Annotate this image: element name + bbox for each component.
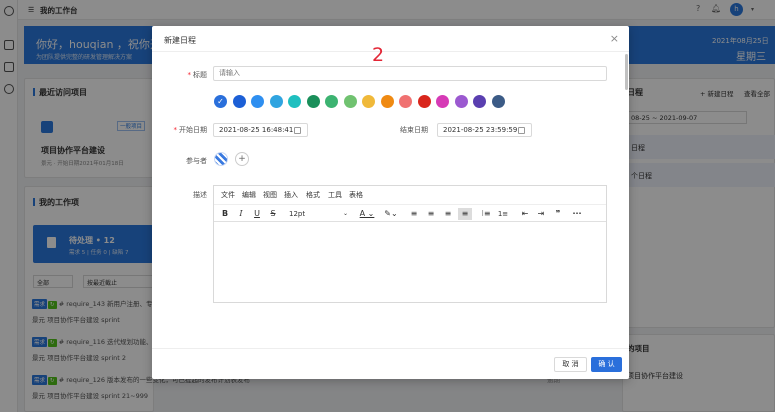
bullet-list-icon[interactable]: ⁝≡ <box>480 208 492 220</box>
menu-table[interactable]: 表格 <box>349 190 363 200</box>
font-size-select[interactable]: 12pt ⌄ <box>285 208 350 220</box>
text-color-icon[interactable]: A ⌄ <box>356 208 378 220</box>
cancel-button[interactable]: 取 消 <box>554 357 587 372</box>
align-right-icon[interactable]: ≡ <box>442 208 454 220</box>
new-schedule-modal: 新建日程 × 2 *标题 ✓ *开始日期 2021-08-25 16:48:41… <box>152 26 629 379</box>
start-date-picker[interactable]: 2021-08-25 16:48:41 <box>213 123 308 137</box>
menu-file[interactable]: 文件 <box>221 190 235 200</box>
editor-toolbar: B I U S 12pt ⌄ A ⌄ ✎⌄ ≡ ≡ ≡ ≡ ⁝≡ 1≡ ⇤ ⇥ ❞… <box>214 204 606 222</box>
menu-tools[interactable]: 工具 <box>328 190 342 200</box>
color-swatch[interactable] <box>325 95 338 108</box>
add-participant-button[interactable]: + <box>235 152 249 166</box>
title-label: * 标题 <box>172 70 208 80</box>
title-label-text: 标题 <box>193 71 207 79</box>
menu-edit[interactable]: 编辑 <box>242 190 256 200</box>
participant-avatar[interactable] <box>214 152 228 166</box>
highlight-icon[interactable]: ✎⌄ <box>380 208 402 220</box>
menu-insert[interactable]: 插入 <box>284 190 298 200</box>
modal-title: 新建日程 <box>164 36 196 45</box>
description-label: 描述 <box>193 191 207 199</box>
scrollbar-thumb[interactable] <box>625 54 628 90</box>
color-swatch[interactable] <box>491 95 505 108</box>
check-icon: ✓ <box>217 97 224 106</box>
editor-content-area[interactable] <box>214 222 606 302</box>
modal-scrollbar[interactable] <box>625 52 628 348</box>
color-swatch[interactable] <box>288 95 301 108</box>
confirm-button[interactable]: 确 认 <box>591 357 622 372</box>
color-swatch[interactable] <box>399 95 412 108</box>
end-date-value: 2021-08-25 23:59:59 <box>443 126 518 134</box>
close-icon[interactable]: × <box>610 33 619 44</box>
editor-menu-bar: 文件 编辑 视图 插入 格式 工具 表格 <box>214 186 606 204</box>
align-justify-icon[interactable]: ≡ <box>458 208 472 220</box>
color-swatch[interactable] <box>362 95 375 108</box>
color-swatch[interactable] <box>473 95 486 108</box>
modal-footer: 取 消 确 认 <box>152 348 629 379</box>
chevron-down-icon: ⌄ <box>342 210 348 217</box>
align-center-icon[interactable]: ≡ <box>425 208 437 220</box>
numbered-list-icon[interactable]: 1≡ <box>497 208 509 220</box>
color-swatch[interactable] <box>454 95 468 108</box>
required-mark: * <box>173 126 178 134</box>
color-swatch[interactable] <box>436 95 449 108</box>
color-swatch[interactable] <box>417 95 431 108</box>
calendar-icon <box>518 127 525 134</box>
outdent-icon[interactable]: ⇤ <box>519 208 531 220</box>
step-annotation: 2 <box>372 44 385 66</box>
color-swatch[interactable]: ✓ <box>214 95 227 108</box>
italic-icon[interactable]: I <box>235 208 247 220</box>
color-swatch[interactable] <box>232 95 246 108</box>
font-size-value: 12pt <box>289 210 306 218</box>
required-mark: * <box>187 71 192 79</box>
participants-label: 参与者 <box>186 157 207 165</box>
menu-format[interactable]: 格式 <box>306 190 320 200</box>
more-icon[interactable]: ··· <box>570 208 584 220</box>
calendar-icon <box>294 127 301 134</box>
align-left-icon[interactable]: ≡ <box>408 208 420 220</box>
blockquote-icon[interactable]: ❞ <box>552 208 564 220</box>
color-swatch[interactable] <box>251 95 264 108</box>
strikethrough-icon[interactable]: S <box>267 208 279 220</box>
indent-icon[interactable]: ⇥ <box>535 208 547 220</box>
end-date-picker[interactable]: 2021-08-25 23:59:59 <box>437 123 532 137</box>
color-swatch[interactable] <box>343 95 357 108</box>
underline-icon[interactable]: U <box>251 208 263 220</box>
start-date-label: * 开始日期 <box>162 125 208 135</box>
color-swatch[interactable] <box>306 95 320 108</box>
start-date-value: 2021-08-25 16:48:41 <box>219 126 294 134</box>
modal-header: 新建日程 × <box>152 26 629 52</box>
rich-text-editor: 文件 编辑 视图 插入 格式 工具 表格 B I U S 12pt ⌄ A ⌄ ✎… <box>213 185 607 303</box>
title-input[interactable] <box>213 66 607 81</box>
color-swatch[interactable] <box>380 95 394 108</box>
start-date-label-text: 开始日期 <box>179 126 207 134</box>
end-date-label: 结束日期 <box>400 126 428 134</box>
menu-view[interactable]: 视图 <box>263 190 277 200</box>
bold-icon[interactable]: B <box>219 208 231 220</box>
color-swatch[interactable] <box>269 95 283 108</box>
